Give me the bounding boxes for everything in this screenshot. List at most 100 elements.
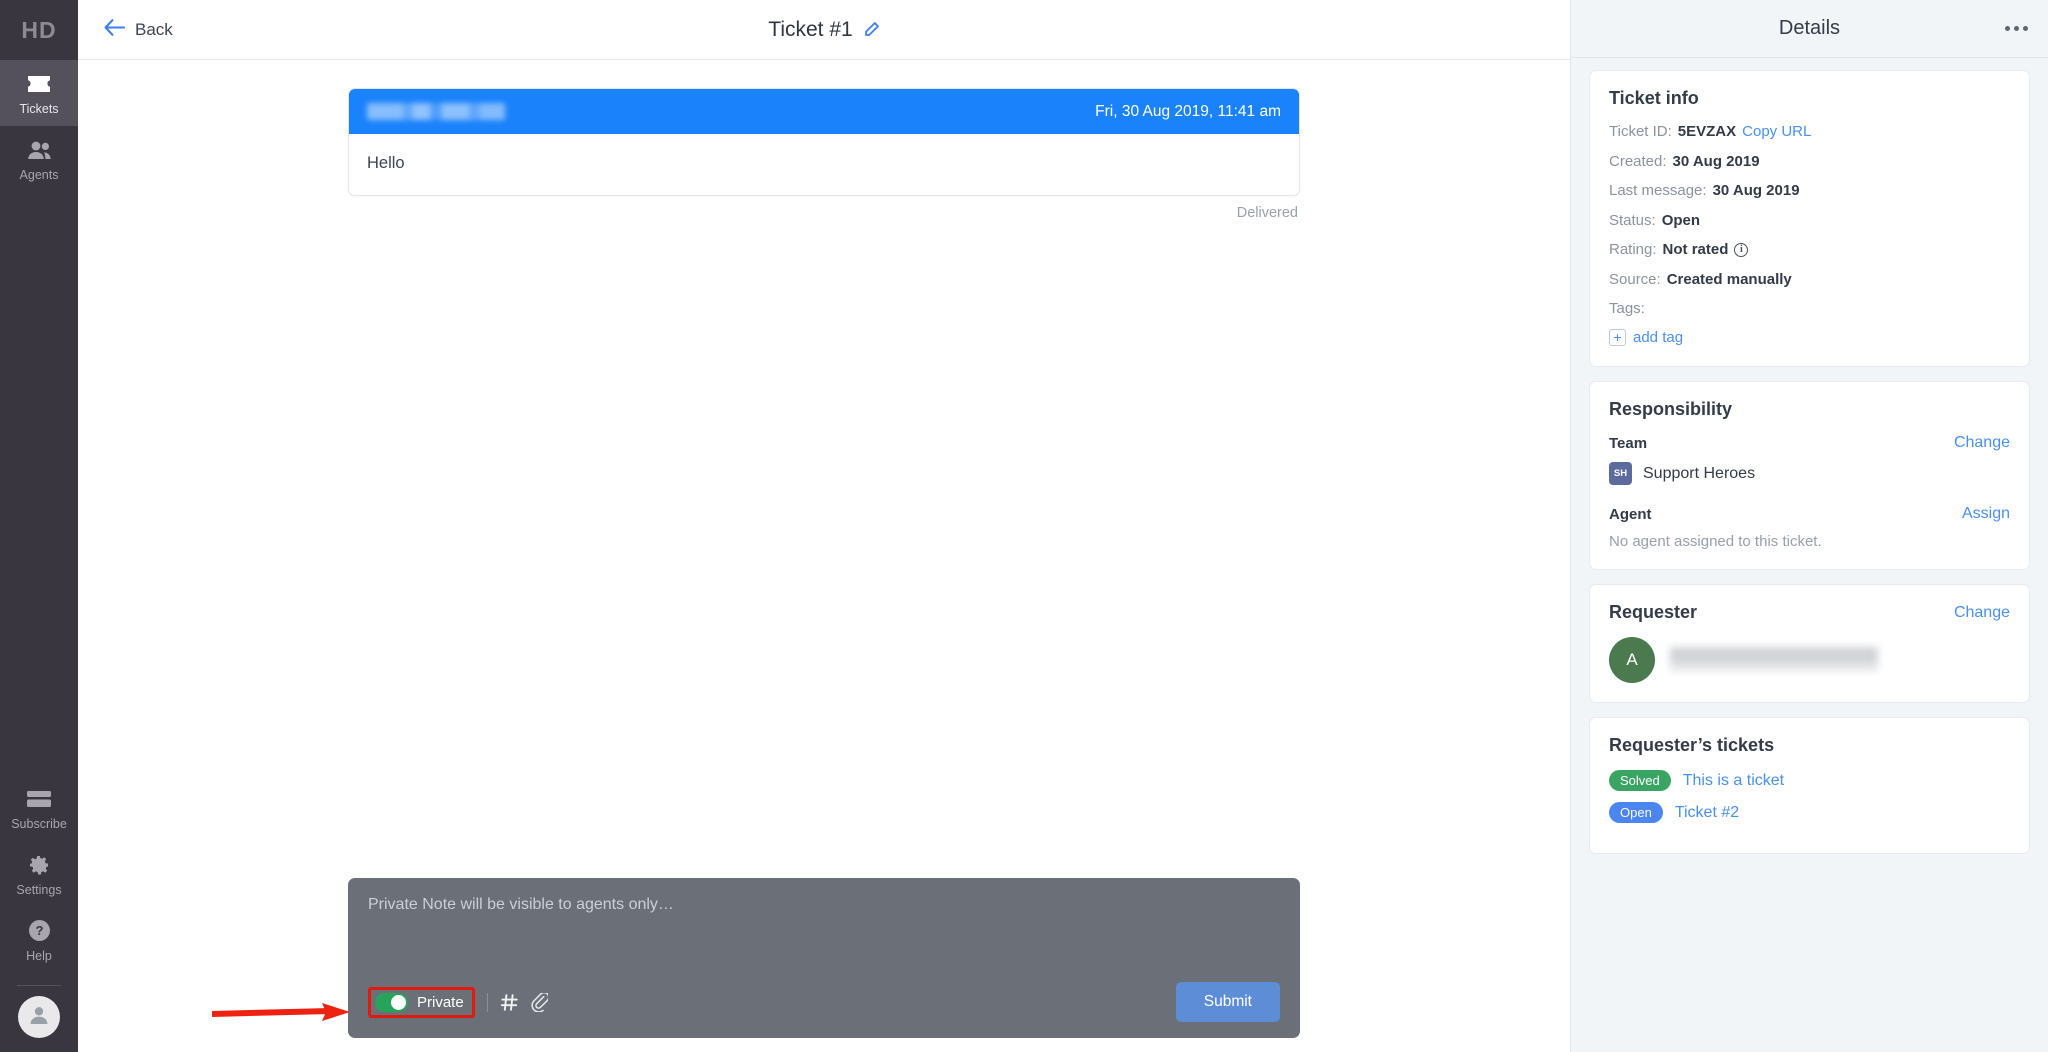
team-badge: SH xyxy=(1609,462,1632,485)
pencil-icon[interactable] xyxy=(863,21,880,38)
row-label: Rating: xyxy=(1609,241,1657,258)
plus-icon: + xyxy=(1609,329,1626,346)
svg-text:?: ? xyxy=(35,923,43,938)
row-value: 5EVZAX xyxy=(1677,123,1737,140)
sidebar-item-help[interactable]: ? Help xyxy=(0,907,78,973)
card-title: Requester xyxy=(1609,602,1698,622)
requester-header: Requester Change xyxy=(1609,602,2010,623)
status-badge: Solved xyxy=(1609,770,1671,791)
details-header: Details xyxy=(1571,0,2048,58)
team-row: SH Support Heroes xyxy=(1609,462,2010,485)
message-timestamp: Fri, 30 Aug 2019, 11:41 am xyxy=(1095,102,1281,120)
add-tag-button[interactable]: + add tag xyxy=(1609,329,1683,346)
source-row: Source: Created manually xyxy=(1609,271,2010,288)
sidebar-item-settings[interactable]: Settings xyxy=(0,841,78,907)
arrow-left-icon xyxy=(104,18,126,41)
ticket-icon xyxy=(26,71,52,97)
sidebar-item-label: Subscribe xyxy=(11,816,67,831)
row-value: Created manually xyxy=(1666,270,1792,288)
agent-empty-text: No agent assigned to this ticket. xyxy=(1609,533,1822,550)
hash-icon[interactable] xyxy=(500,993,519,1012)
copy-url-link[interactable]: Copy URL xyxy=(1742,123,1811,140)
sidebar-item-subscribe[interactable]: Subscribe xyxy=(0,775,78,841)
list-item[interactable]: Solved This is a ticket xyxy=(1609,770,2010,791)
sidebar-item-label: Agents xyxy=(19,167,59,182)
list-item[interactable]: Open Ticket #2 xyxy=(1609,802,2010,823)
requester-tickets-card: Requester’s tickets Solved This is a tic… xyxy=(1589,717,2030,854)
row-value: 30 Aug 2019 xyxy=(1672,152,1760,170)
sidebar-item-tickets[interactable]: Tickets xyxy=(0,60,78,126)
team-header: Team Change xyxy=(1609,434,2010,452)
card-icon xyxy=(26,786,52,812)
toggle-knob xyxy=(391,994,406,1010)
composer-toolbar-left: Private xyxy=(368,986,548,1018)
toggle-switch[interactable] xyxy=(375,992,408,1012)
submit-button[interactable]: Submit xyxy=(1175,982,1280,1022)
toolbar-divider xyxy=(486,992,488,1012)
details-panel: Details Ticket info Ticket ID: 5EVZAX Co… xyxy=(1570,0,2048,1052)
private-toggle[interactable]: Private xyxy=(368,986,475,1018)
row-value: 30 Aug 2019 xyxy=(1712,182,1800,199)
responsibility-card: Responsibility Team Change SH Support He… xyxy=(1589,381,2030,570)
row-label: Status: xyxy=(1609,211,1656,229)
created-row: Created: 30 Aug 2019 xyxy=(1609,153,2010,170)
team-name: Support Heroes xyxy=(1643,464,1756,482)
change-team-link[interactable]: Change xyxy=(1954,434,2010,452)
card-title: Requester’s tickets xyxy=(1609,735,1775,755)
add-tag-label: add tag xyxy=(1633,329,1684,346)
topbar: Back Ticket #1 xyxy=(78,0,1570,60)
row-label: Last message: xyxy=(1609,182,1707,199)
details-title: Details xyxy=(1778,17,1841,39)
sidebar-item-agents[interactable]: Agents xyxy=(0,126,78,192)
ticket-info-card: Ticket info Ticket ID: 5EVZAX Copy URL C… xyxy=(1589,70,2030,367)
left-sidebar: HD Tickets Agents Subscribe Settings ? H… xyxy=(0,0,78,1052)
details-body: Ticket info Ticket ID: 5EVZAX Copy URL C… xyxy=(1571,58,2048,1052)
status-badge: Open xyxy=(1609,802,1663,823)
main-panel: Back Ticket #1 Fri, 30 Aug 2019, 11:41 a… xyxy=(78,0,1570,1052)
card-title: Ticket info xyxy=(1609,88,1699,108)
row-value: Open xyxy=(1661,211,1701,229)
row-value: Not rated xyxy=(1662,241,1729,258)
rating-row: Rating: Not rated i xyxy=(1609,241,2010,258)
ticket-link[interactable]: Ticket #2 xyxy=(1675,804,1739,822)
gear-icon xyxy=(27,852,51,878)
assign-agent-link[interactable]: Assign xyxy=(1962,505,2010,523)
agent-label: Agent xyxy=(1609,505,1652,523)
question-circle-icon: ? xyxy=(28,918,51,944)
ticket-id-row: Ticket ID: 5EVZAX Copy URL xyxy=(1609,123,2010,140)
agents-icon xyxy=(26,137,53,163)
message-bubble: Fri, 30 Aug 2019, 11:41 am Hello xyxy=(348,88,1300,196)
composer-toolbar: Private Submit xyxy=(368,982,1280,1022)
user-avatar-icon xyxy=(27,1003,51,1032)
status-row: Status: Open xyxy=(1609,212,2010,229)
page-title: Ticket #1 xyxy=(78,18,1570,42)
composer[interactable]: Private Note will be visible to agents o… xyxy=(348,878,1300,1038)
sidebar-item-label: Settings xyxy=(16,882,62,897)
team-label: Team xyxy=(1609,434,1648,452)
change-requester-link[interactable]: Change xyxy=(1954,604,2010,622)
requester-name-redacted xyxy=(1670,643,1878,677)
tags-label: Tags: xyxy=(1609,300,1645,317)
ticket-link[interactable]: This is a ticket xyxy=(1683,772,1784,790)
requester-card: Requester Change A xyxy=(1589,584,2030,703)
last-message-row: Last message: 30 Aug 2019 xyxy=(1609,182,2010,199)
message-body: Hello xyxy=(367,154,405,172)
requester-avatar: A xyxy=(1609,637,1655,683)
app-root: HD Tickets Agents Subscribe Settings ? H… xyxy=(0,0,2048,1052)
info-circle-icon[interactable]: i xyxy=(1734,242,1749,257)
message-header: Fri, 30 Aug 2019, 11:41 am xyxy=(349,89,1299,134)
note-input[interactable]: Private Note will be visible to agents o… xyxy=(368,896,1280,958)
avatar[interactable] xyxy=(18,996,60,1038)
row-label: Ticket ID: xyxy=(1609,123,1672,140)
sidebar-item-label: Help xyxy=(26,948,52,963)
back-label: Back xyxy=(135,19,173,39)
agent-header: Agent Assign xyxy=(1609,505,2010,523)
sidebar-divider xyxy=(17,985,61,986)
more-horizontal-icon[interactable] xyxy=(2005,26,2028,31)
requester-row[interactable]: A xyxy=(1609,637,2010,683)
row-label: Created: xyxy=(1609,152,1667,170)
sidebar-bottom-group: Subscribe Settings ? Help xyxy=(0,775,78,1052)
back-button[interactable]: Back xyxy=(104,18,173,41)
paperclip-icon[interactable] xyxy=(531,992,548,1012)
card-title: Responsibility xyxy=(1609,399,1733,419)
